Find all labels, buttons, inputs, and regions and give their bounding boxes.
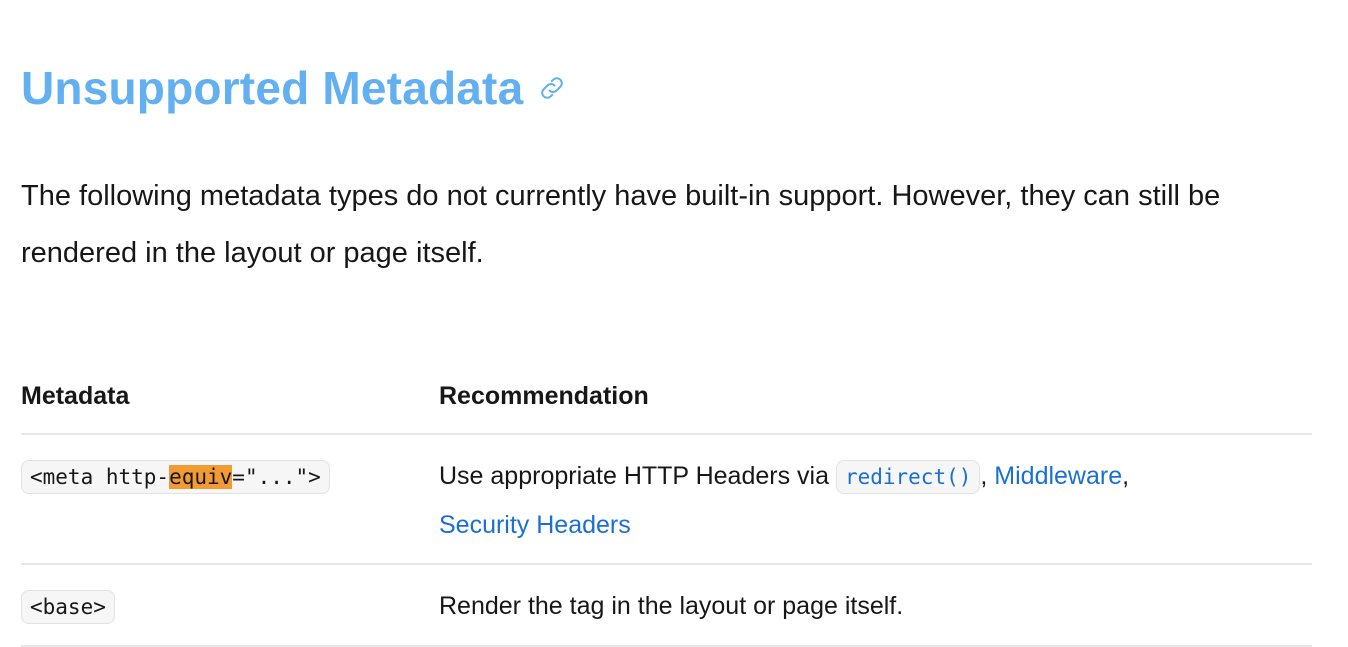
table-row: <base> Render the tag in the layout or p…: [21, 564, 1312, 647]
recommendation-cell: Render the tag in the layout or page its…: [439, 564, 1312, 647]
code-text: ="...">: [232, 465, 321, 489]
middleware-link[interactable]: Middleware: [994, 462, 1122, 490]
recommendation-cell: Use appropriate HTTP Headers via redirec…: [439, 434, 1312, 565]
metadata-cell: <base>: [21, 564, 439, 647]
table-header-row: Metadata Recommendation: [21, 370, 1312, 435]
recommendation-text: Use appropriate HTTP Headers via: [439, 462, 836, 490]
link-icon[interactable]: [535, 71, 569, 105]
section-heading-row: Unsupported Metadata: [21, 58, 569, 118]
section-intro: The following metadata types do not curr…: [21, 180, 1221, 269]
column-header-metadata: Metadata: [21, 370, 439, 435]
search-highlight: equiv: [169, 465, 233, 489]
section-title: Unsupported Metadata: [21, 62, 524, 114]
separator-text: ,: [1122, 462, 1130, 490]
recommendation-text: Render the tag in the layout or page its…: [439, 592, 904, 620]
base-tag-code: <base>: [21, 590, 115, 624]
metadata-cell: <meta http-equiv="...">: [21, 434, 439, 565]
security-headers-link[interactable]: Security Headers: [439, 511, 631, 539]
metadata-table: Metadata Recommendation <meta http-equiv…: [21, 370, 1312, 647]
separator-text: ,: [980, 462, 995, 490]
code-text: <meta http-: [30, 465, 170, 489]
meta-http-equiv-code: <meta http-equiv="...">: [21, 460, 330, 494]
table-row: <meta http-equiv="..."> Use appropriate …: [21, 434, 1312, 565]
redirect-code-link[interactable]: redirect(): [835, 460, 981, 494]
column-header-recommendation: Recommendation: [439, 370, 1312, 435]
